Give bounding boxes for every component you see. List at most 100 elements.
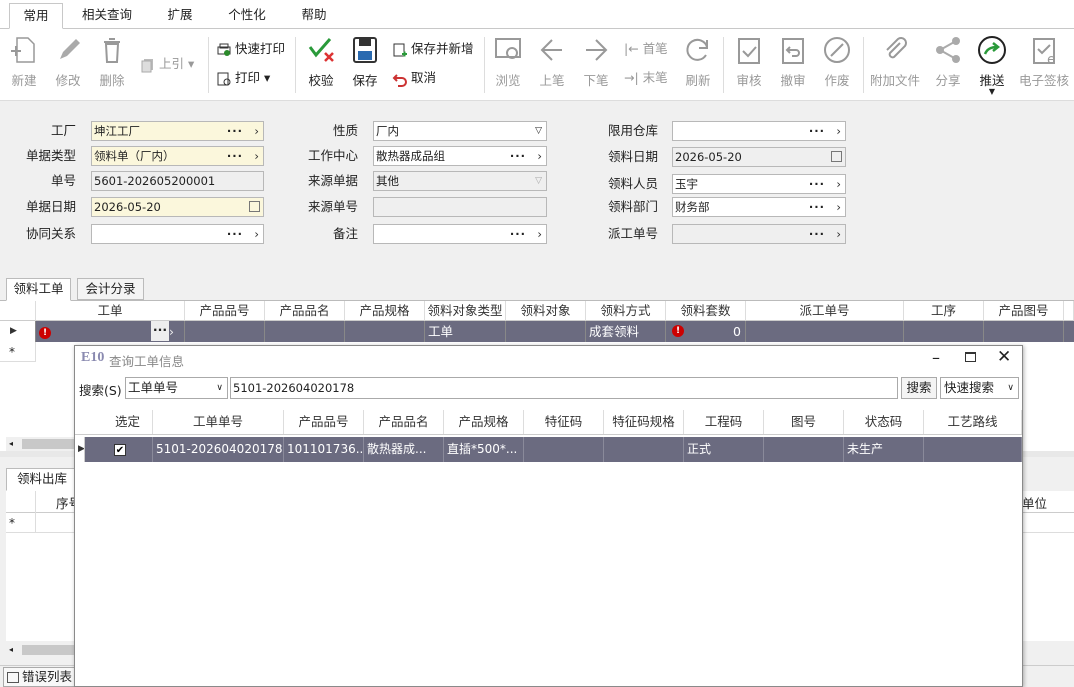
cell-selected[interactable]: ✔	[85, 437, 153, 462]
quick-search-select[interactable]: 快速搜索 ∨	[940, 377, 1019, 399]
cell-object-type[interactable]: 工单	[425, 321, 506, 342]
edit-button[interactable]: 修改	[46, 33, 90, 93]
share-button[interactable]: 分享	[926, 33, 970, 93]
col-header[interactable]: 产品品名	[265, 301, 345, 321]
save-button[interactable]: 保存	[343, 33, 387, 93]
more-icon[interactable]: ···	[151, 321, 169, 341]
col-header-feature-spec[interactable]: 特征码规格	[604, 410, 684, 434]
srcdoc-select[interactable]: 其他 ▽	[373, 171, 547, 191]
cell-item-name[interactable]	[265, 321, 345, 342]
pull-up-button[interactable]: 上引 ▾	[140, 54, 194, 74]
cell-route[interactable]	[924, 437, 1022, 462]
collab-field[interactable]: ··· ›	[91, 224, 264, 244]
col-header[interactable]: 产品图号	[984, 301, 1064, 321]
picker-field[interactable]: 玉宇 ··· ›	[672, 174, 846, 194]
cell-dispatch-no[interactable]	[746, 321, 904, 342]
factory-field[interactable]: 坤江工厂 ··· ›	[91, 121, 264, 141]
cell-drawing-no[interactable]	[984, 321, 1064, 342]
tab-help[interactable]: 帮助	[290, 3, 338, 29]
esign-button[interactable]: e 电子签核	[1016, 33, 1072, 93]
col-header[interactable]: 派工单号	[746, 301, 904, 321]
col-header-spec[interactable]: 产品规格	[444, 410, 524, 434]
cell-object[interactable]	[506, 321, 586, 342]
col-header[interactable]: 产品品号	[185, 301, 265, 321]
cell-drawing[interactable]	[764, 437, 844, 462]
cell-feature[interactable]	[524, 437, 604, 462]
cell-wo-no[interactable]: 5101-202604020178	[153, 437, 284, 462]
scroll-left-icon[interactable]: ◂	[9, 643, 13, 657]
cell-item-name[interactable]: 散热器成...	[364, 437, 444, 462]
srcno-field[interactable]	[373, 197, 547, 217]
cell-process[interactable]	[904, 321, 984, 342]
last-record-button[interactable]: →| 末笔	[624, 68, 668, 88]
search-input[interactable]: 5101-202604020178	[230, 377, 898, 399]
chevron-right-icon[interactable]: ›	[836, 122, 841, 140]
more-icon[interactable]: ···	[227, 225, 243, 243]
col-header[interactable]: 工单	[36, 301, 185, 321]
chevron-right-icon[interactable]: ›	[836, 175, 841, 193]
browse-button[interactable]: 浏览	[486, 33, 530, 93]
doctype-field[interactable]: 领料单（厂内） ··· ›	[91, 146, 264, 166]
col-header-item-name[interactable]: 产品品名	[364, 410, 444, 434]
col-header-feature[interactable]: 特征码	[524, 410, 604, 434]
save-and-new-button[interactable]: 保存并新增	[392, 39, 474, 59]
scroll-thumb[interactable]	[22, 645, 76, 655]
more-icon[interactable]: ···	[227, 122, 243, 140]
tab-accounting[interactable]: 会计分录	[77, 278, 144, 300]
col-header[interactable]: 领料对象	[506, 301, 586, 321]
table-row[interactable]: ▶ ! ··· › 工单 成套领料 ! 0	[0, 321, 1074, 342]
col-header-wo-no[interactable]: 工单单号	[153, 410, 284, 434]
col-header-item-no[interactable]: 产品品号	[284, 410, 364, 434]
attach-file-button[interactable]: 附加文件	[868, 33, 922, 93]
more-icon[interactable]: ···	[809, 122, 825, 140]
refresh-button[interactable]: 刷新	[676, 33, 720, 93]
pickdate-field[interactable]: 2026-05-20	[672, 147, 846, 167]
cell-project[interactable]: 正式	[684, 437, 764, 462]
col-header-status[interactable]: 状态码	[844, 410, 924, 434]
chevron-right-icon[interactable]: ›	[836, 198, 841, 216]
workcenter-field[interactable]: 散热器成品组 ··· ›	[373, 146, 547, 166]
more-icon[interactable]: ···	[227, 147, 243, 165]
grid-horizontal-scrollbar[interactable]: ◂	[6, 437, 76, 451]
quick-print-button[interactable]: 快速打印	[216, 39, 285, 59]
col-header[interactable]: 领料套数	[666, 301, 746, 321]
scroll-thumb[interactable]	[22, 439, 76, 449]
next-record-button[interactable]: 下笔	[574, 33, 618, 93]
warehouse-field[interactable]: ··· ›	[672, 121, 846, 141]
scroll-left-icon[interactable]: ◂	[9, 437, 13, 451]
nature-select[interactable]: 厂内 ▽	[373, 121, 547, 141]
close-icon[interactable]: ✕	[997, 347, 1011, 367]
cell-work-order[interactable]: ! ··· ›	[36, 321, 185, 342]
chevron-right-icon[interactable]: ›	[254, 122, 259, 140]
print-button[interactable]: 打印 ▾	[216, 68, 270, 88]
push-button[interactable]: 推送 ▼	[970, 33, 1014, 96]
error-list-tab[interactable]: 错误列表	[3, 667, 77, 687]
chevron-down-icon[interactable]: ▽	[535, 122, 542, 140]
more-icon[interactable]: ···	[510, 147, 526, 165]
tab-outbound-detail[interactable]: 领料出库明	[6, 468, 76, 506]
tab-personalize[interactable]: 个性化	[218, 3, 276, 29]
detail-horizontal-scrollbar[interactable]: ◂	[6, 643, 76, 657]
col-header-drawing[interactable]: 图号	[764, 410, 844, 434]
unapprove-button[interactable]: 撤审	[771, 33, 815, 93]
chevron-down-icon[interactable]: ∨	[1007, 378, 1014, 398]
cell-item-no[interactable]: 101101736...	[284, 437, 364, 462]
cell-sets[interactable]: ! 0	[666, 321, 746, 342]
tab-related-query[interactable]: 相关查询	[74, 3, 140, 29]
chevron-right-icon[interactable]: ›	[254, 225, 259, 243]
col-header-route[interactable]: 工艺路线	[924, 410, 1022, 434]
chevron-down-icon[interactable]: ∨	[216, 378, 223, 398]
docdate-field[interactable]: 2026-05-20	[91, 197, 264, 217]
first-record-button[interactable]: |← 首笔	[624, 39, 668, 59]
remark-field[interactable]: ··· ›	[373, 224, 547, 244]
cell-spec[interactable]	[345, 321, 425, 342]
approve-button[interactable]: 审核	[727, 33, 771, 93]
tab-work-orders[interactable]: 领料工单	[6, 278, 71, 301]
cell-method[interactable]: 成套领料	[586, 321, 666, 342]
search-button[interactable]: 搜索	[901, 377, 937, 399]
col-header-unit[interactable]: 单位	[1022, 493, 1047, 512]
cell-status[interactable]: 未生产	[844, 437, 924, 462]
maximize-icon[interactable]	[965, 352, 976, 362]
col-header-select[interactable]: 选定	[75, 410, 153, 434]
col-header[interactable]: 领料对象类型	[425, 301, 506, 321]
